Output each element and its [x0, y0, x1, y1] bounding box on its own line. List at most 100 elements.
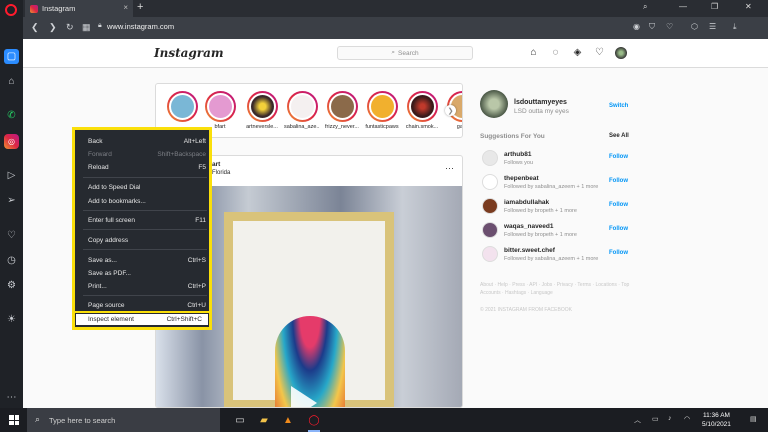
easy-setup-icon[interactable]: ☰: [709, 22, 716, 31]
activity-heart-icon[interactable]: ♡: [593, 46, 606, 59]
home-nav-icon[interactable]: ⌂: [527, 46, 540, 59]
post-more-options-icon[interactable]: ···: [445, 163, 454, 173]
send-icon[interactable]: ➢: [4, 193, 19, 208]
speed-dial-icon[interactable]: ▢: [4, 49, 19, 64]
wifi-icon[interactable]: ◠: [684, 415, 690, 423]
suggestion-row: waqas_naveed1 Followed by bropeth + 1 mo…: [480, 220, 630, 242]
menu-item-print[interactable]: Print... Ctrl+P: [88, 281, 206, 292]
story-item[interactable]: bfart: [202, 91, 238, 130]
canvas-image: [224, 212, 394, 407]
stories-next-chevron-icon[interactable]: ❯: [445, 105, 456, 116]
settings-gear-icon[interactable]: ⚙: [4, 278, 19, 293]
my-avatar[interactable]: [480, 90, 508, 118]
restore-button[interactable]: ❐: [711, 2, 718, 11]
url-field[interactable]: www.instagram.com: [107, 22, 174, 31]
follow-button[interactable]: Follow: [609, 178, 628, 184]
play-icon[interactable]: [291, 386, 317, 407]
suggestion-avatar[interactable]: [482, 222, 498, 238]
follow-button[interactable]: Follow: [609, 226, 628, 232]
menu-item-reload[interactable]: Reload F5: [88, 162, 206, 173]
menu-item-add-to-speed-dial[interactable]: Add to Speed Dial: [88, 182, 206, 193]
address-bar: ❮ ❯ ↻ ▦ 🔒︎ www.instagram.com ◉ ⛉ ♡ ⬡ ☰ ⤓: [23, 17, 768, 39]
lock-icon[interactable]: 🔒︎: [98, 22, 102, 30]
story-item[interactable]: funtasticpaws: [364, 91, 400, 130]
story-item[interactable]: artneversle...: [244, 91, 280, 130]
suggestion-username[interactable]: thepenbeat: [504, 175, 539, 182]
tray-chevron-icon[interactable]: ︿: [634, 415, 641, 425]
forward-button[interactable]: ❯: [49, 22, 57, 33]
task-view-icon[interactable]: ▭: [232, 412, 248, 428]
instagram-sidebar-icon[interactable]: ◎: [4, 134, 19, 149]
suggestion-username[interactable]: bitter.sweet.chef: [504, 247, 555, 254]
reload-button[interactable]: ↻: [66, 22, 74, 33]
tab-instagram[interactable]: Instagram ×: [25, 0, 133, 17]
story-item[interactable]: frizzy_never...: [324, 91, 360, 130]
windows-start-icon[interactable]: [9, 415, 19, 425]
menu-item-save-as[interactable]: Save as... Ctrl+S: [88, 255, 206, 266]
search-tabs-icon[interactable]: ⌕: [643, 2, 647, 12]
follow-button[interactable]: Follow: [609, 202, 628, 208]
package-icon[interactable]: ⬡: [691, 22, 698, 31]
menu-item-save-as-pdf[interactable]: Save as PDF...: [88, 268, 206, 279]
opera-sidebar: ▢ ⌂ ✆ ◎ ▷ ➢ ♡ ◷ ⚙ ☀ ⋯: [0, 0, 23, 408]
player-icon[interactable]: ▷: [4, 168, 19, 183]
menu-item-copy-address[interactable]: Copy address: [88, 235, 206, 246]
instagram-logo[interactable]: Instagram: [154, 46, 224, 60]
file-explorer-icon[interactable]: ▰: [256, 412, 272, 428]
messenger-icon[interactable]: ◌: [549, 46, 562, 59]
more-dots-icon[interactable]: ⋯: [4, 390, 19, 405]
lightbulb-icon[interactable]: ☀: [4, 312, 19, 327]
opera-taskbar-icon[interactable]: ◯: [306, 412, 322, 432]
story-item[interactable]: [164, 91, 200, 124]
post-username[interactable]: art: [212, 161, 220, 168]
minimize-button[interactable]: —: [679, 2, 687, 11]
heart-icon[interactable]: ♡: [4, 228, 19, 243]
switch-account-button[interactable]: Switch: [609, 103, 628, 109]
follow-button[interactable]: Follow: [609, 250, 628, 256]
suggestion-username[interactable]: arthub81: [504, 151, 531, 158]
home-icon[interactable]: ⌂: [4, 74, 19, 89]
see-all-link[interactable]: See All: [609, 133, 629, 139]
network-icon[interactable]: ▭: [652, 415, 659, 423]
system-clock[interactable]: 11:36 AM 5/10/2021: [702, 411, 731, 429]
search-input[interactable]: ⌕ Search: [337, 46, 473, 60]
profile-avatar[interactable]: [615, 47, 627, 59]
new-tab-button[interactable]: +: [137, 1, 143, 13]
suggestion-username[interactable]: iamabdullahak: [504, 199, 549, 206]
menu-separator: [83, 249, 207, 250]
menu-item-inspect-element[interactable]: Inspect element Ctrl+Shift+C: [76, 314, 208, 325]
menu-item-add-to-bookmarks[interactable]: Add to bookmarks...: [88, 196, 206, 207]
adblock-shield-icon[interactable]: ⛉: [649, 22, 655, 32]
history-icon[interactable]: ◷: [4, 253, 19, 268]
opera-logo-icon[interactable]: [5, 4, 17, 16]
whatsapp-icon[interactable]: ✆: [4, 108, 19, 123]
footer-links[interactable]: About · Help · Press · API · Jobs · Priv…: [480, 281, 630, 297]
suggestion-username[interactable]: waqas_naveed1: [504, 223, 554, 230]
camera-icon[interactable]: ◉: [633, 22, 640, 31]
menu-item-page-source[interactable]: Page source Ctrl+U: [88, 300, 206, 311]
taskbar-search-placeholder: Type here to search: [49, 415, 116, 425]
menu-item-forward[interactable]: Forward Shift+Backspace: [88, 149, 206, 160]
speaker-icon[interactable]: ♪: [668, 415, 672, 422]
suggestion-avatar[interactable]: [482, 198, 498, 214]
vlc-icon[interactable]: ▲: [280, 412, 296, 428]
post-location[interactable]: Florida: [212, 170, 230, 176]
my-username[interactable]: lsdouttamyeyes: [514, 99, 567, 106]
download-icon[interactable]: ⤓: [733, 22, 737, 32]
follow-button[interactable]: Follow: [609, 154, 628, 160]
tab-close-icon[interactable]: ×: [123, 3, 128, 12]
story-item[interactable]: chain.smok...: [404, 91, 440, 130]
suggestion-avatar[interactable]: [482, 246, 498, 262]
back-button[interactable]: ❮: [31, 22, 39, 33]
bookmark-heart-icon[interactable]: ♡: [666, 22, 673, 31]
story-item[interactable]: sabalina_aze...: [284, 91, 320, 130]
tabs-grid-icon[interactable]: ▦: [82, 22, 91, 33]
menu-item-back[interactable]: Back Alt+Left: [88, 136, 206, 147]
suggestion-avatar[interactable]: [482, 174, 498, 190]
explore-compass-icon[interactable]: ◈: [571, 46, 584, 59]
notifications-icon[interactable]: ▤: [750, 415, 757, 423]
close-window-button[interactable]: ✕: [745, 2, 752, 11]
suggestion-avatar[interactable]: [482, 150, 498, 166]
taskbar-search-input[interactable]: ⌕ Type here to search: [27, 408, 220, 432]
menu-item-enter-full-screen[interactable]: Enter full screen F11: [88, 215, 206, 226]
